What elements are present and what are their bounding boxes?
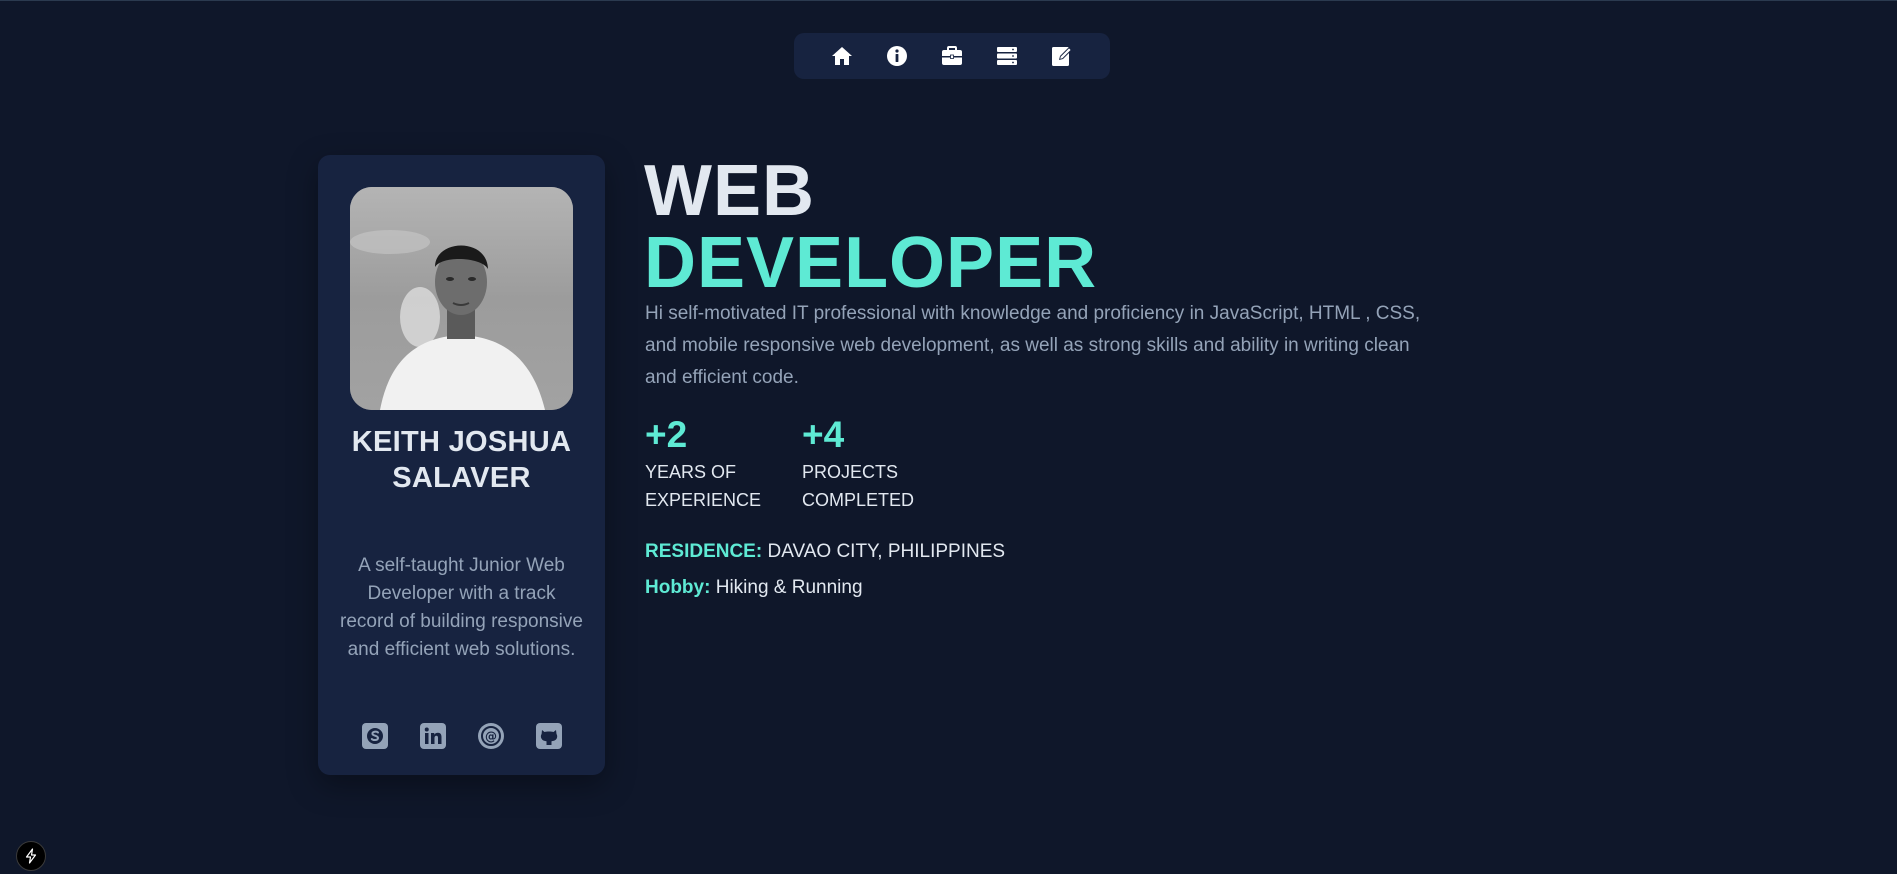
top-nav bbox=[794, 33, 1110, 79]
stat-label-line1: PROJECTS bbox=[802, 462, 899, 482]
hobby-row: Hobby: Hiking & Running bbox=[645, 576, 863, 600]
nav-experience-button[interactable] bbox=[935, 39, 969, 73]
stat-label-line2: EXPERIENCE bbox=[645, 490, 762, 510]
email-at-icon: @ bbox=[477, 723, 504, 749]
linkedin-icon bbox=[419, 723, 446, 749]
stat-value: +2 bbox=[645, 414, 688, 455]
residence-value: DAVAO CITY, PHILIPPINES bbox=[767, 541, 1006, 562]
skype-link[interactable] bbox=[361, 723, 388, 749]
edit-icon bbox=[1052, 47, 1073, 66]
briefcase-icon bbox=[941, 46, 962, 65]
profile-name-line1: KEITH JOSHUA bbox=[351, 426, 572, 458]
stat-label-line2: COMPLETED bbox=[802, 490, 915, 510]
hobby-value: Hiking & Running bbox=[715, 577, 863, 598]
dev-tools-button[interactable] bbox=[16, 841, 46, 871]
stat-label-line1: YEARS OF bbox=[645, 462, 737, 482]
top-border bbox=[0, 0, 1897, 1]
nav-contact-button[interactable] bbox=[1045, 39, 1079, 73]
profile-name-line2: SALAVER bbox=[392, 462, 531, 494]
home-icon bbox=[831, 47, 852, 65]
nav-about-button[interactable] bbox=[880, 39, 914, 73]
email-link[interactable]: @ bbox=[477, 723, 504, 749]
stat-value: +4 bbox=[802, 414, 845, 455]
lightning-icon bbox=[25, 848, 37, 864]
server-icon bbox=[997, 47, 1018, 65]
social-links: @ bbox=[318, 723, 605, 749]
stat-label: YEARS OF EXPERIENCE bbox=[645, 458, 761, 514]
hero-intro: Hi self-motivated IT professional with k… bbox=[645, 303, 1421, 388]
github-link[interactable] bbox=[535, 723, 562, 749]
hero-title-line1: WEB bbox=[644, 151, 815, 231]
profile-photo bbox=[350, 187, 573, 410]
linkedin-link[interactable] bbox=[419, 723, 446, 749]
profile-card: KEITH JOSHUA SALAVER A self-taught Junio… bbox=[318, 155, 605, 775]
info-icon bbox=[886, 46, 907, 66]
hobby-label: Hobby: bbox=[645, 577, 711, 598]
stat-experience: +2 YEARS OF EXPERIENCE bbox=[645, 414, 761, 514]
nav-home-button[interactable] bbox=[825, 39, 859, 73]
profile-name: KEITH JOSHUA SALAVER bbox=[318, 424, 605, 496]
svg-text:@: @ bbox=[485, 730, 497, 744]
hero-title-line2: DEVELOPER bbox=[644, 223, 1098, 303]
residence-row: RESIDENCE: DAVAO CITY, PHILIPPINES bbox=[645, 540, 1005, 564]
skype-icon bbox=[361, 723, 388, 749]
github-icon bbox=[535, 723, 562, 749]
stat-projects: +4 PROJECTS COMPLETED bbox=[802, 414, 914, 514]
profile-bio: A self-taught Junior Web Developer with … bbox=[340, 555, 583, 660]
stat-label: PROJECTS COMPLETED bbox=[802, 458, 914, 514]
nav-projects-button[interactable] bbox=[990, 39, 1024, 73]
residence-label: RESIDENCE: bbox=[645, 541, 763, 562]
